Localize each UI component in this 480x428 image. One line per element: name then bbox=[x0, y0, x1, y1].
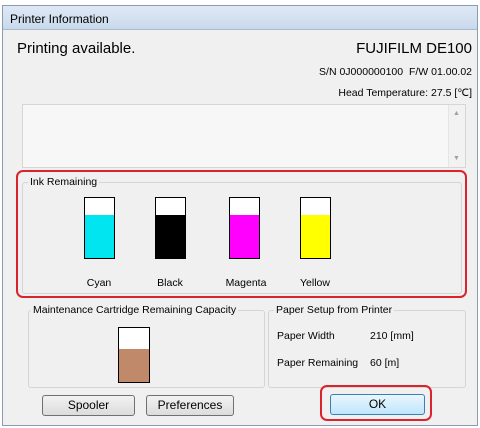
head-temperature: Head Temperature: 27.5 [℃] bbox=[338, 87, 472, 99]
paper-setup-title: Paper Setup from Printer bbox=[274, 304, 395, 316]
ink-yellow-label: Yellow bbox=[300, 277, 330, 289]
paper-width-value: 210 [mm] bbox=[370, 330, 414, 342]
message-box[interactable]: ▲ ▼ bbox=[22, 104, 466, 168]
serial-firmware: S/N 0J000000100 F/W 01.00.02 bbox=[319, 66, 472, 78]
window-title: Printer Information bbox=[10, 12, 109, 26]
ink-magenta-label: Magenta bbox=[225, 277, 267, 289]
ink-cyan-fill bbox=[85, 214, 114, 258]
paper-remaining-value: 60 [m] bbox=[370, 357, 400, 369]
ink-black-gauge bbox=[155, 197, 186, 259]
preferences-button[interactable]: Preferences bbox=[146, 395, 234, 416]
title-bar: Printer Information bbox=[3, 6, 477, 30]
maintenance-title: Maintenance Cartridge Remaining Capacity bbox=[31, 304, 239, 316]
serial-number: S/N 0J000000100 bbox=[319, 66, 404, 78]
paper-setup-group bbox=[268, 310, 466, 388]
scroll-down-icon[interactable]: ▼ bbox=[453, 155, 460, 162]
scroll-up-icon[interactable]: ▲ bbox=[453, 110, 460, 117]
paper-width-label: Paper Width bbox=[277, 330, 335, 342]
head-temperature-value: 27.5 bbox=[431, 87, 452, 99]
ink-yellow-gauge bbox=[300, 197, 331, 259]
ink-magenta-gauge bbox=[229, 197, 260, 259]
maintenance-cartridge-gauge bbox=[118, 327, 150, 383]
paper-remaining-label: Paper Remaining bbox=[277, 357, 359, 369]
spooler-button[interactable]: Spooler bbox=[42, 395, 135, 416]
ink-black-fill bbox=[156, 214, 185, 258]
printer-model: FUJIFILM DE100 bbox=[356, 40, 472, 57]
status-message: Printing available. bbox=[17, 40, 136, 57]
ink-black-label: Black bbox=[157, 277, 183, 289]
head-temperature-label: Head Temperature: bbox=[338, 87, 429, 99]
ink-magenta-fill bbox=[230, 214, 259, 258]
ink-yellow-fill bbox=[301, 214, 330, 258]
ink-cyan-gauge bbox=[84, 197, 115, 259]
head-temperature-unit: [℃] bbox=[454, 87, 472, 99]
maintenance-cartridge-fill bbox=[119, 348, 149, 382]
ink-cyan-label: Cyan bbox=[86, 277, 112, 289]
firmware-version: F/W 01.00.02 bbox=[408, 66, 472, 78]
ink-remaining-title: Ink Remaining bbox=[28, 176, 100, 188]
message-scrollbar[interactable]: ▲ ▼ bbox=[448, 105, 465, 167]
ok-button[interactable]: OK bbox=[330, 394, 425, 415]
